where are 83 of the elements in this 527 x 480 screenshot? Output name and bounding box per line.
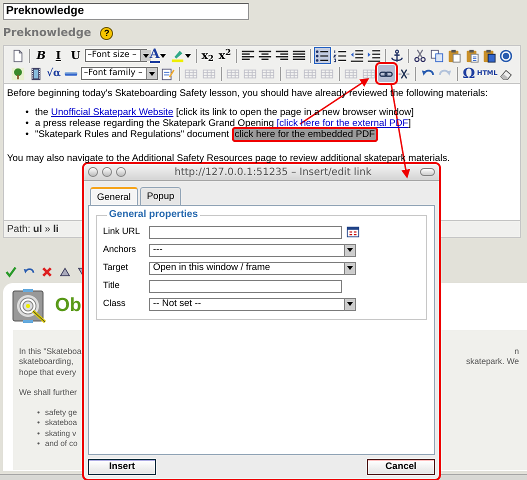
table-icon (184, 66, 198, 80)
subscript-button[interactable]: x$_{2}$ (200, 47, 216, 64)
indent-icon (366, 48, 381, 62)
broken-link-icon (396, 66, 411, 80)
group-title: General properties (108, 210, 199, 220)
input-field[interactable] (149, 280, 342, 292)
target-icon (11, 288, 47, 326)
font-family-select[interactable]: –Font family – (80, 67, 158, 80)
scissors-icon (413, 48, 428, 62)
insert-image-button[interactable] (10, 65, 27, 82)
window-title: http://127.0.0.1:51235 – Insert/edit link (174, 166, 372, 180)
text-line: n (513, 346, 519, 356)
math-button[interactable]: √α (45, 65, 62, 82)
text-line: skatepark. We (465, 356, 519, 366)
list-item: • "Skatepark Rules and Regulations" document click here for the embedded PDF (19, 128, 517, 140)
table-icon (284, 66, 299, 80)
text-line: In this "Skateboa (19, 346, 82, 356)
text-line: We shall further (19, 387, 78, 398)
table-icon (320, 66, 334, 80)
up-arrow-icon[interactable] (59, 266, 71, 278)
dropdown[interactable]: Open in this window / frame (149, 262, 356, 274)
link[interactable]: Unofficial Skatepark Website (51, 106, 174, 118)
bullet-list-icon (315, 48, 330, 62)
document-icon (11, 48, 26, 62)
align-left-icon (240, 48, 255, 62)
clipboard-icon (464, 48, 479, 62)
section-heading: Ob (55, 294, 82, 318)
bullet-list-button[interactable] (314, 47, 331, 64)
copy-icon (430, 48, 444, 62)
field-label: Preknowledge (3, 25, 92, 41)
text-line: hope that every (19, 366, 78, 377)
table-icon (226, 66, 240, 80)
align-center-icon (258, 48, 272, 62)
dropdown[interactable]: --- (149, 244, 356, 256)
table-icon (202, 66, 216, 80)
link-button[interactable] (378, 65, 395, 82)
clipboard-icon (482, 48, 496, 62)
cancel-button[interactable]: Cancel (367, 459, 435, 475)
copy-button[interactable] (429, 47, 446, 64)
delete-icon[interactable] (41, 266, 53, 278)
input-field[interactable] (149, 226, 342, 238)
toolbar-toggle-button[interactable] (420, 168, 435, 176)
table-icon (362, 66, 376, 80)
text-line: skateboarding, (19, 356, 74, 366)
title-field[interactable]: Preknowledge (3, 3, 249, 20)
anchor-icon (390, 48, 404, 62)
bold-button[interactable]: B (33, 47, 50, 64)
tab[interactable]: General (90, 187, 138, 205)
browse-icon[interactable] (346, 225, 360, 239)
underline-button[interactable]: U (67, 47, 84, 64)
checkmark-icon[interactable] (5, 266, 17, 278)
style-edit-icon (160, 66, 175, 80)
indent-button[interactable] (366, 47, 382, 64)
table-icon (261, 66, 276, 80)
help-icon[interactable]: ? (100, 26, 114, 40)
tree-image-icon (11, 66, 26, 80)
selected-link[interactable]: click here for the embedded PDF (232, 126, 378, 142)
align-right-icon (275, 48, 290, 62)
tab[interactable]: Popup (140, 187, 182, 205)
table-icon (243, 66, 258, 80)
table-icon (344, 66, 358, 80)
highlighter-icon (170, 48, 185, 62)
cut-button[interactable] (412, 47, 428, 64)
outdent-icon (350, 48, 364, 62)
field-label: Link URL (103, 225, 142, 238)
field-label: Target (103, 261, 130, 274)
dropdown[interactable]: -- Not set -- (149, 298, 356, 310)
film-icon (29, 66, 44, 80)
anchor-button[interactable] (388, 47, 406, 64)
justify-icon (292, 48, 306, 62)
field-label: Class (103, 297, 127, 310)
special-character-button[interactable]: Ω (460, 65, 478, 82)
italic-button[interactable]: I (50, 47, 66, 64)
paste-button[interactable] (446, 47, 463, 64)
text-color-button[interactable]: A (148, 47, 168, 64)
field-label: Title (103, 279, 121, 292)
numbered-list-icon (332, 48, 347, 62)
superscript-button[interactable]: x$^{2}$ (216, 47, 233, 64)
table-icon (302, 66, 316, 80)
insert-button[interactable]: Insert (88, 459, 156, 475)
field-label: Anchors (103, 243, 138, 256)
outdent-button[interactable] (348, 47, 365, 64)
clipboard-icon (447, 48, 462, 62)
